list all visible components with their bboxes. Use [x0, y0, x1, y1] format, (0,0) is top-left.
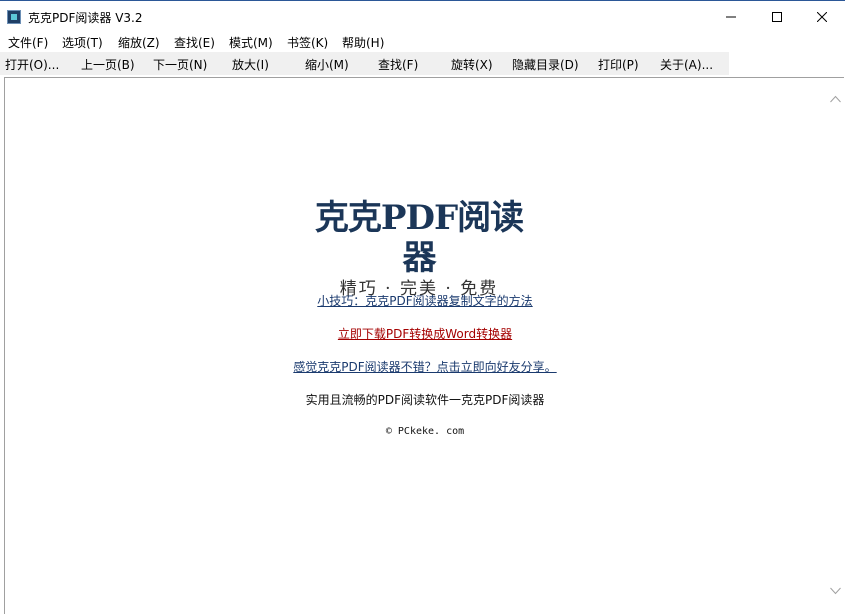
title-bar: 克克PDF阅读器 V3.2	[0, 0, 845, 32]
rotate-button[interactable]: 旋转(X)	[451, 56, 493, 73]
close-icon	[817, 12, 827, 22]
about-button[interactable]: 关于(A)...	[660, 56, 713, 73]
window-title: 克克PDF阅读器 V3.2	[28, 11, 143, 25]
menu-zoom[interactable]: 缩放(Z)	[118, 34, 160, 51]
maximize-icon	[772, 12, 782, 22]
menu-find[interactable]: 查找(E)	[174, 34, 215, 51]
print-button[interactable]: 打印(P)	[598, 56, 639, 73]
share-link[interactable]: 感觉克克PDF阅读器不错？点击立即向好友分享。	[5, 358, 845, 375]
minimize-button[interactable]	[708, 1, 754, 33]
close-button[interactable]	[799, 1, 845, 33]
menu-file[interactable]: 文件(F)	[8, 34, 48, 51]
next-page-button[interactable]: 下一页(N)	[153, 56, 207, 73]
logo-title: 克克PDF阅读器	[314, 198, 524, 278]
description-text: 实用且流畅的PDF阅读软件一克克PDF阅读器	[305, 393, 545, 407]
menu-bar: 文件(F) 选项(T) 缩放(Z) 查找(E) 模式(M) 书签(K) 帮助(H…	[0, 32, 845, 51]
scroll-up-arrow-icon[interactable]	[830, 95, 841, 103]
hide-toc-button[interactable]: 隐藏目录(D)	[512, 56, 579, 73]
scroll-down-arrow-icon[interactable]	[830, 587, 841, 595]
maximize-button[interactable]	[754, 1, 800, 33]
menu-mode[interactable]: 模式(M)	[229, 34, 273, 51]
open-button[interactable]: 打开(O)...	[5, 56, 59, 73]
copyright-text: © PCkeke. com	[385, 426, 465, 437]
zoom-out-button[interactable]: 缩小(M)	[305, 56, 349, 73]
vertical-scrollbar[interactable]	[827, 78, 844, 614]
find-button[interactable]: 查找(F)	[378, 56, 418, 73]
download-converter-link[interactable]: 立即下载PDF转换成Word转换器	[5, 325, 845, 342]
menu-bookmark[interactable]: 书签(K)	[287, 34, 328, 51]
document-view[interactable]: 克克PDF阅读器 精巧 · 完美 · 免费 小技巧：克克PDF阅读器复制文字的方…	[4, 77, 844, 614]
tip-link[interactable]: 小技巧：克克PDF阅读器复制文字的方法	[5, 292, 845, 309]
menu-help[interactable]: 帮助(H)	[342, 34, 384, 51]
prev-page-button[interactable]: 上一页(B)	[81, 56, 135, 73]
app-icon[interactable]	[7, 10, 21, 24]
minimize-icon	[726, 16, 736, 18]
menu-options[interactable]: 选项(T)	[62, 34, 103, 51]
zoom-in-button[interactable]: 放大(I)	[232, 56, 269, 73]
toolbar: 打开(O)... 上一页(B) 下一页(N) 放大(I) 缩小(M) 查找(F)…	[0, 52, 729, 75]
app-logo: 克克PDF阅读器 精巧 · 完美 · 免费	[299, 198, 539, 300]
